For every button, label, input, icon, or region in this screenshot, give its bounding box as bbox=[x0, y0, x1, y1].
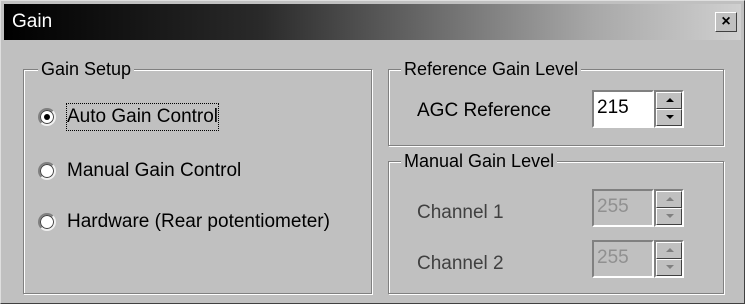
hardware-gain-radio[interactable] bbox=[38, 213, 56, 231]
manual-gain-radio[interactable] bbox=[38, 162, 56, 180]
arrow-down-icon bbox=[666, 115, 674, 119]
window-title: Gain bbox=[12, 11, 53, 32]
arrow-down-icon bbox=[666, 265, 674, 269]
channel1-label: Channel 1 bbox=[417, 202, 504, 223]
agc-spin-down-button[interactable] bbox=[656, 109, 682, 126]
agc-reference-label: AGC Reference bbox=[417, 100, 552, 121]
arrow-up-icon bbox=[666, 98, 674, 102]
reference-gain-group: Reference Gain Level AGC Reference 215 bbox=[388, 58, 724, 146]
gain-dialog: Gain × Gain Setup Auto Gain Control Manu… bbox=[0, 0, 745, 304]
hardware-gain-label[interactable]: Hardware (Rear potentiometer) bbox=[67, 209, 330, 235]
channel2-label: Channel 2 bbox=[417, 253, 504, 274]
channel1-spinner bbox=[654, 189, 684, 227]
agc-spin-up-button[interactable] bbox=[656, 92, 682, 109]
agc-reference-spinner[interactable] bbox=[654, 90, 684, 128]
channel1-spin-up-button bbox=[656, 191, 682, 208]
arrow-up-icon bbox=[666, 248, 674, 252]
auto-gain-radio[interactable] bbox=[38, 108, 56, 126]
channel1-spin-down-button bbox=[656, 208, 682, 225]
channel2-spinner bbox=[654, 240, 684, 278]
manual-gain-title: Manual Gain Level bbox=[401, 150, 558, 172]
channel2-input: 255 bbox=[592, 240, 654, 278]
arrow-up-icon bbox=[666, 197, 674, 201]
title-bar[interactable]: Gain × bbox=[4, 4, 741, 40]
channel2-spin-up-button bbox=[656, 242, 682, 259]
channel2-spin-down-button bbox=[656, 259, 682, 276]
agc-reference-input[interactable]: 215 bbox=[592, 90, 654, 128]
gain-setup-group: Gain Setup Auto Gain Control Manual Gain… bbox=[23, 58, 372, 294]
gain-setup-title: Gain Setup bbox=[38, 58, 135, 80]
manual-gain-label[interactable]: Manual Gain Control bbox=[67, 158, 241, 184]
channel1-input: 255 bbox=[592, 189, 654, 227]
auto-gain-label[interactable]: Auto Gain Control bbox=[65, 103, 220, 131]
radio-selected-dot bbox=[44, 114, 50, 120]
arrow-down-icon bbox=[666, 214, 674, 218]
close-button[interactable]: × bbox=[715, 12, 737, 32]
manual-gain-group: Manual Gain Level Channel 1 255 Channel … bbox=[388, 150, 724, 294]
reference-gain-title: Reference Gain Level bbox=[401, 58, 582, 80]
close-icon: × bbox=[721, 13, 731, 30]
